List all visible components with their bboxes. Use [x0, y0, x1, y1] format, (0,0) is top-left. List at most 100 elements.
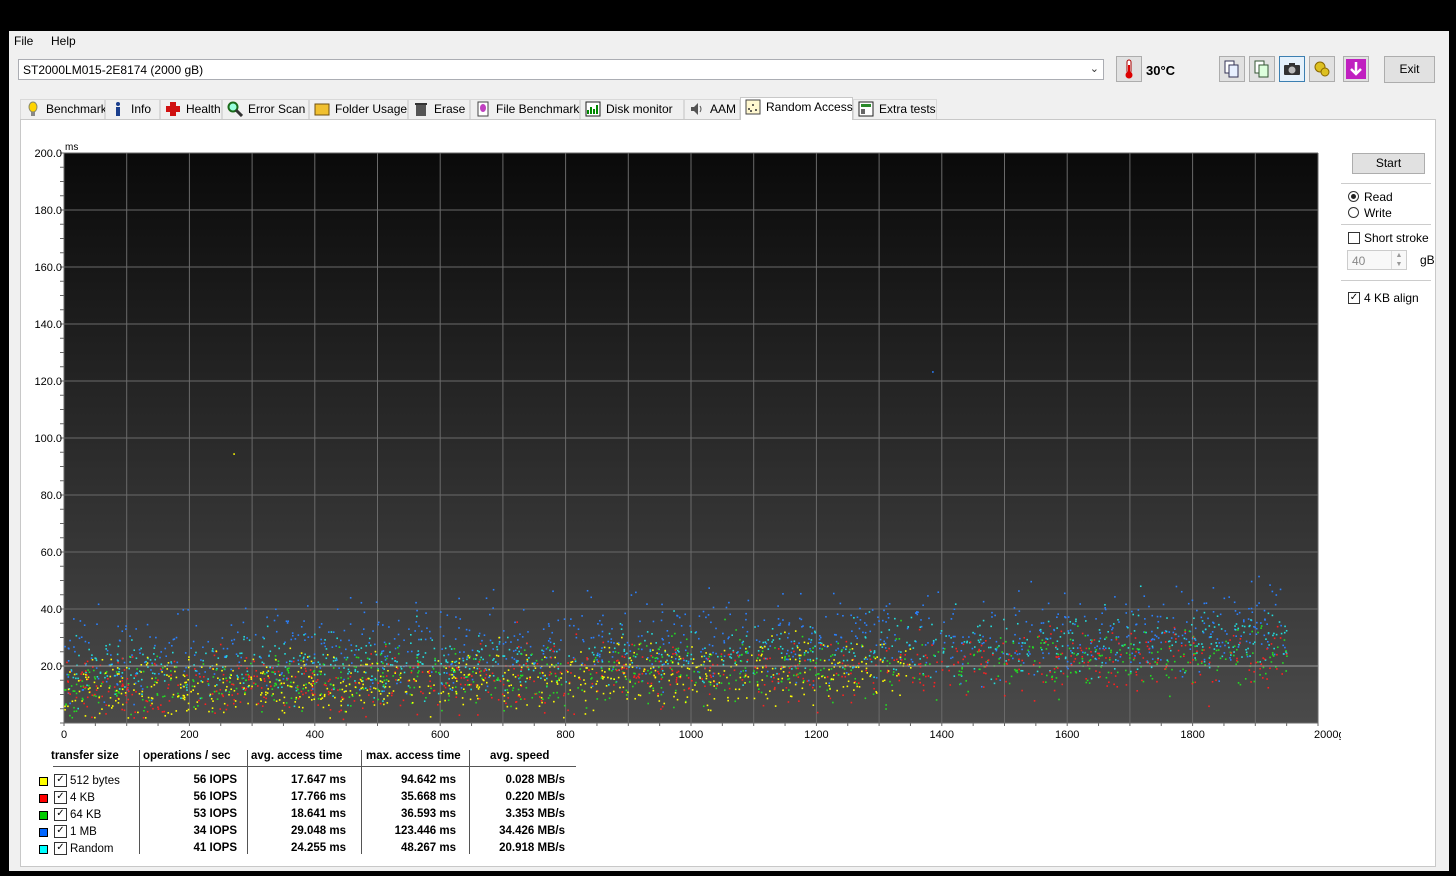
data-point [308, 655, 311, 658]
data-point [438, 671, 440, 674]
data-point [972, 631, 974, 634]
temperature-button[interactable] [1116, 56, 1142, 82]
data-point [1151, 652, 1153, 654]
data-point [545, 656, 548, 659]
series-checkbox[interactable]: ✓ [54, 791, 67, 804]
download-button[interactable] [1343, 56, 1369, 82]
series-checkbox[interactable]: ✓ [54, 774, 67, 787]
series-checkbox[interactable]: ✓ [54, 842, 67, 855]
stepper-arrows-icon[interactable]: ▲ ▼ [1391, 251, 1406, 269]
data-point [1063, 632, 1066, 635]
data-point [858, 662, 860, 665]
data-point [763, 619, 766, 622]
tab-random-access[interactable]: Random Access [740, 97, 853, 120]
data-point [211, 650, 214, 652]
data-point [297, 697, 300, 700]
data-point [382, 624, 384, 626]
data-point [755, 659, 758, 662]
data-point [64, 645, 66, 648]
data-point [1236, 657, 1238, 660]
tab-benchmark[interactable]: Benchmark [20, 99, 107, 119]
exit-button[interactable]: Exit [1384, 56, 1435, 83]
data-point [198, 672, 201, 675]
data-point [1025, 620, 1028, 623]
data-point [729, 613, 732, 616]
data-point [1015, 650, 1018, 652]
tab-health[interactable]: Health [160, 99, 222, 119]
x-tick-label: 800 [556, 729, 574, 740]
data-point [1284, 625, 1286, 628]
tab-disk-monitor[interactable]: Disk monitor [580, 99, 684, 119]
write-radio[interactable] [1348, 207, 1359, 218]
data-point [85, 671, 87, 674]
data-point [121, 708, 123, 711]
data-point [472, 681, 475, 683]
menu-file[interactable]: File [14, 34, 33, 48]
data-point [90, 657, 93, 659]
data-point [700, 651, 702, 653]
tab-error-scan[interactable]: Error Scan [222, 99, 309, 119]
series-checkbox[interactable]: ✓ [54, 825, 67, 838]
data-point [900, 619, 902, 622]
data-point [1255, 633, 1258, 636]
data-point [350, 649, 353, 652]
data-point [960, 671, 963, 673]
data-point [470, 683, 472, 686]
data-point [1180, 590, 1183, 593]
menu-help[interactable]: Help [51, 34, 76, 48]
data-point [386, 694, 389, 697]
data-point [329, 709, 332, 711]
data-point [327, 680, 330, 683]
data-point [550, 680, 553, 683]
data-point [1072, 639, 1074, 642]
tab-aam[interactable]: AAM [684, 99, 740, 119]
series-checkbox[interactable]: ✓ [54, 808, 67, 821]
data-point [460, 671, 462, 674]
data-point [497, 663, 500, 665]
start-button[interactable]: Start [1352, 153, 1425, 174]
data-point [73, 618, 75, 620]
tab-info[interactable]: Info [105, 99, 160, 119]
data-point [1052, 642, 1054, 644]
screenshot-button[interactable] [1279, 56, 1305, 82]
data-point [1264, 619, 1266, 621]
data-point [271, 667, 274, 669]
data-point [603, 646, 606, 649]
data-point [487, 691, 490, 694]
data-point [503, 655, 506, 657]
x-tick-label: 1600 [1055, 729, 1079, 740]
data-point [313, 661, 315, 664]
data-point [643, 670, 645, 672]
data-point [1151, 645, 1154, 648]
tab-extra-tests[interactable]: Extra tests [853, 99, 937, 119]
data-point [531, 662, 534, 665]
data-point [297, 659, 300, 662]
data-point [367, 677, 370, 680]
options-button[interactable] [1309, 56, 1335, 82]
data-point [517, 674, 519, 677]
data-point [1161, 631, 1164, 634]
copy-button[interactable] [1219, 56, 1245, 82]
tab-folder-usage[interactable]: Folder Usage [309, 99, 408, 119]
data-point [1136, 690, 1139, 692]
copy-image-button[interactable] [1249, 56, 1275, 82]
short-stroke-size-stepper[interactable]: 40 ▲ ▼ [1347, 250, 1407, 270]
data-point [858, 686, 861, 688]
data-point [301, 710, 303, 712]
data-point [1032, 663, 1035, 666]
data-point [929, 663, 931, 665]
tab-file-benchmark[interactable]: File Benchmark [470, 99, 580, 119]
tab-erase[interactable]: Erase [408, 99, 470, 119]
short-stroke-checkbox[interactable] [1348, 232, 1360, 244]
data-point [323, 683, 326, 686]
data-point [1031, 624, 1033, 626]
data-point [80, 673, 82, 675]
data-point [263, 680, 266, 683]
data-point [649, 650, 652, 653]
drive-select[interactable]: ST2000LM015-2E8174 (2000 gB) ⌄ [18, 59, 1104, 80]
read-radio[interactable] [1348, 191, 1359, 202]
data-point [1196, 650, 1198, 653]
data-point [888, 603, 891, 605]
data-point [126, 688, 128, 691]
align-4kb-checkbox[interactable]: ✓ [1348, 292, 1360, 304]
